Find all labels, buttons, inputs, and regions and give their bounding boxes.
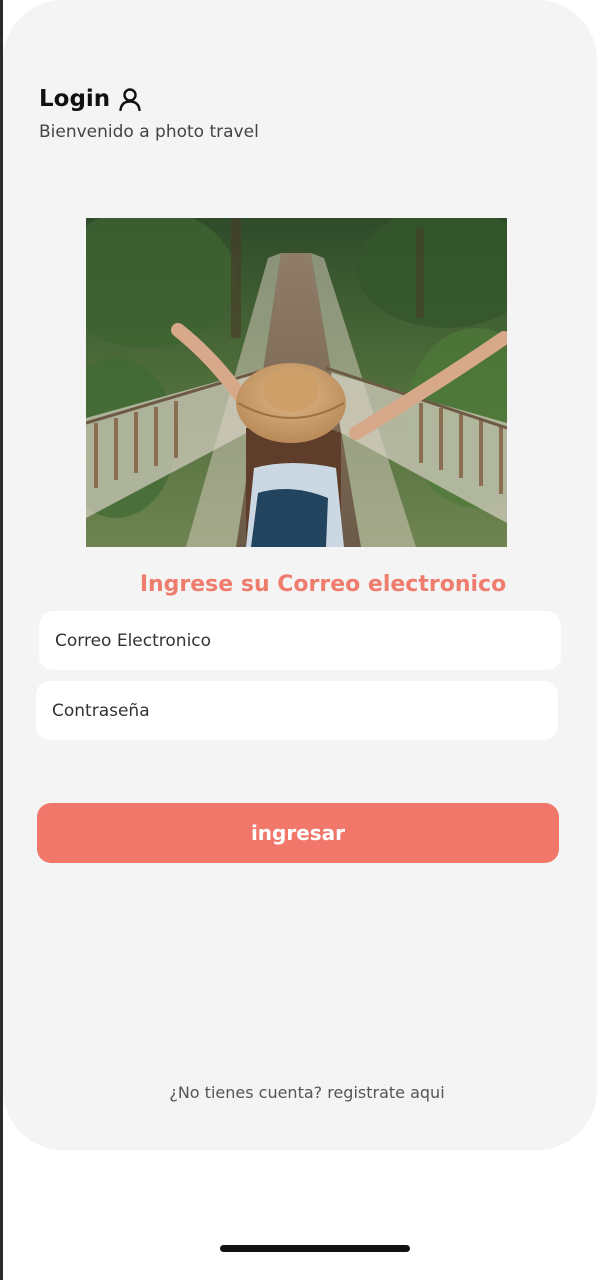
register-link[interactable]: ¿No tienes cuenta? registrate aqui xyxy=(3,1083,600,1102)
password-field[interactable]: Contraseña xyxy=(36,681,558,740)
login-card: Login Bienvenido a photo travel Ingrese … xyxy=(3,0,597,1150)
welcome-subtitle: Bienvenido a photo travel xyxy=(39,122,259,142)
title-row: Login xyxy=(39,86,259,112)
home-indicator[interactable] xyxy=(220,1245,410,1252)
page-title: Login xyxy=(39,86,111,112)
header: Login Bienvenido a photo travel xyxy=(39,86,259,142)
user-icon xyxy=(118,87,142,112)
hero-image xyxy=(86,218,507,547)
email-field[interactable]: Correo Electronico xyxy=(39,611,561,670)
email-prompt: Ingrese su Correo electronico xyxy=(139,572,507,597)
login-button[interactable]: ingresar xyxy=(37,803,559,863)
login-screen: Login Bienvenido a photo travel Ingrese … xyxy=(0,0,600,1280)
